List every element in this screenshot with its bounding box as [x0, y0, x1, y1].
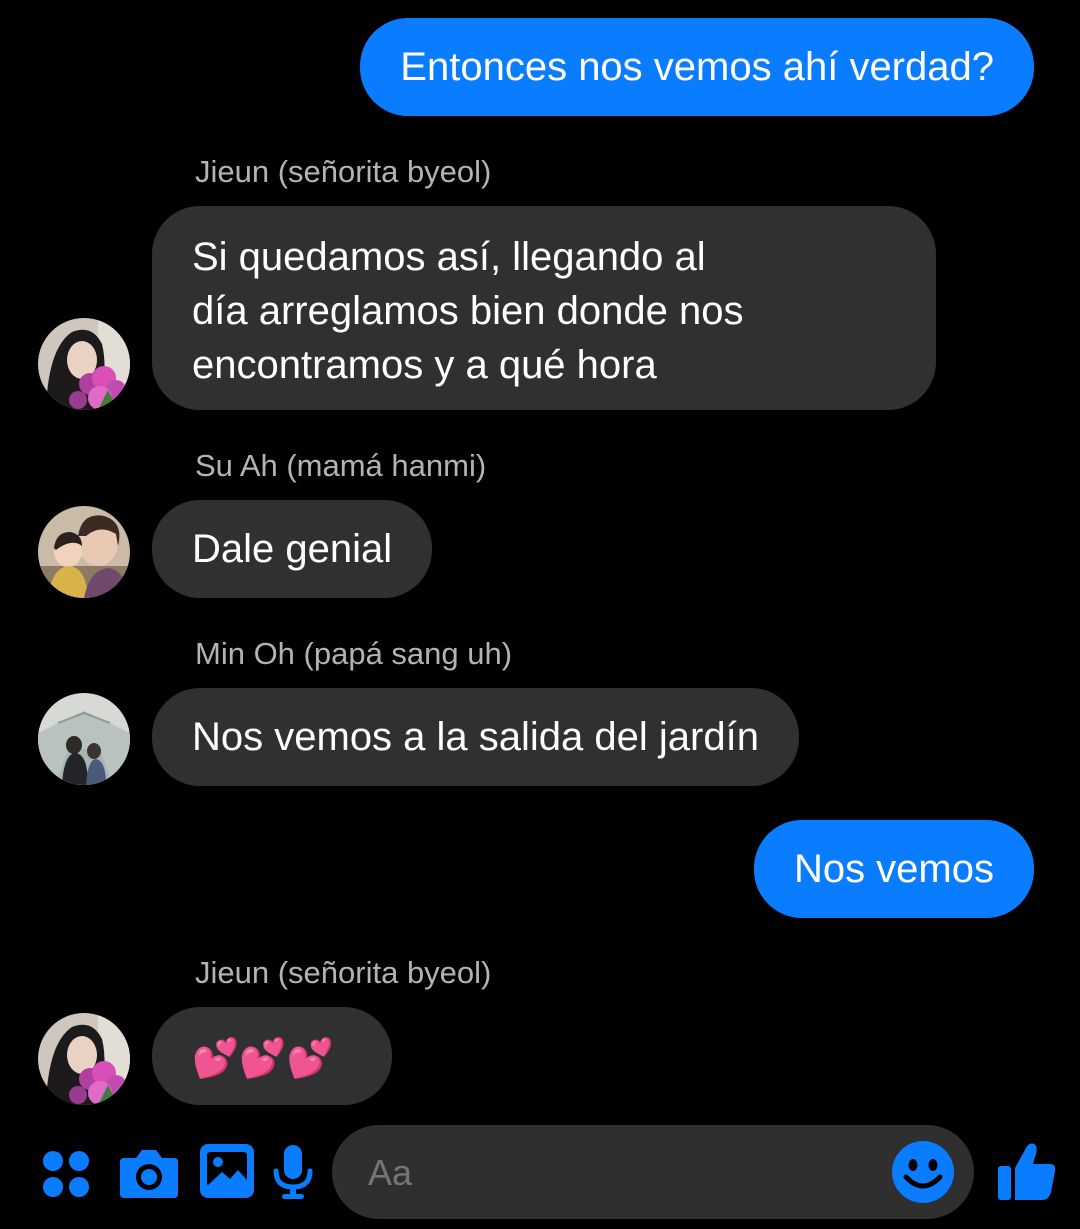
message-input-container[interactable] — [332, 1125, 974, 1219]
avatar[interactable] — [38, 1013, 130, 1105]
sender-name: Jieun (señorita byeol) — [195, 154, 492, 189]
avatar[interactable] — [38, 693, 130, 785]
emoji-icon[interactable] — [890, 1139, 956, 1210]
outgoing-message[interactable]: Entonces nos vemos ahí verdad? — [360, 18, 1034, 116]
message-line: encontramos y a qué hora — [192, 343, 657, 387]
message-text: Entonces nos vemos ahí verdad? — [400, 45, 994, 89]
message-text: Nos vemos a la salida del jardín — [192, 715, 759, 759]
message-line: Si quedamos así, llegando al — [192, 235, 706, 279]
avatar[interactable] — [38, 506, 130, 598]
message-line: día arreglamos bien donde nos — [192, 289, 744, 333]
sender-name: Su Ah (mamá hanmi) — [195, 448, 487, 483]
message-text: Dale genial — [192, 527, 393, 571]
message-input[interactable] — [366, 1151, 870, 1195]
outgoing-message[interactable]: Nos vemos — [753, 820, 1034, 918]
incoming-message[interactable]: Si quedamos así, llegando al día arregla… — [152, 206, 936, 410]
message-text: Nos vemos — [793, 847, 994, 891]
message-text: 💕💕💕 — [192, 1038, 334, 1080]
apps-grid-icon[interactable] — [40, 1148, 92, 1205]
camera-icon[interactable] — [118, 1146, 180, 1205]
incoming-message[interactable]: Dale genial — [152, 500, 433, 598]
avatar[interactable] — [38, 318, 130, 410]
gallery-icon[interactable] — [198, 1142, 256, 1205]
incoming-message[interactable]: Nos vemos a la salida del jardín — [152, 688, 799, 786]
sender-name: Min Oh (papá sang uh) — [195, 636, 513, 671]
thumbs-up-icon[interactable] — [996, 1140, 1058, 1207]
sender-name: Jieun (señorita byeol) — [195, 955, 492, 990]
microphone-icon[interactable] — [272, 1143, 314, 1206]
incoming-message[interactable]: 💕💕💕 — [152, 1007, 392, 1105]
